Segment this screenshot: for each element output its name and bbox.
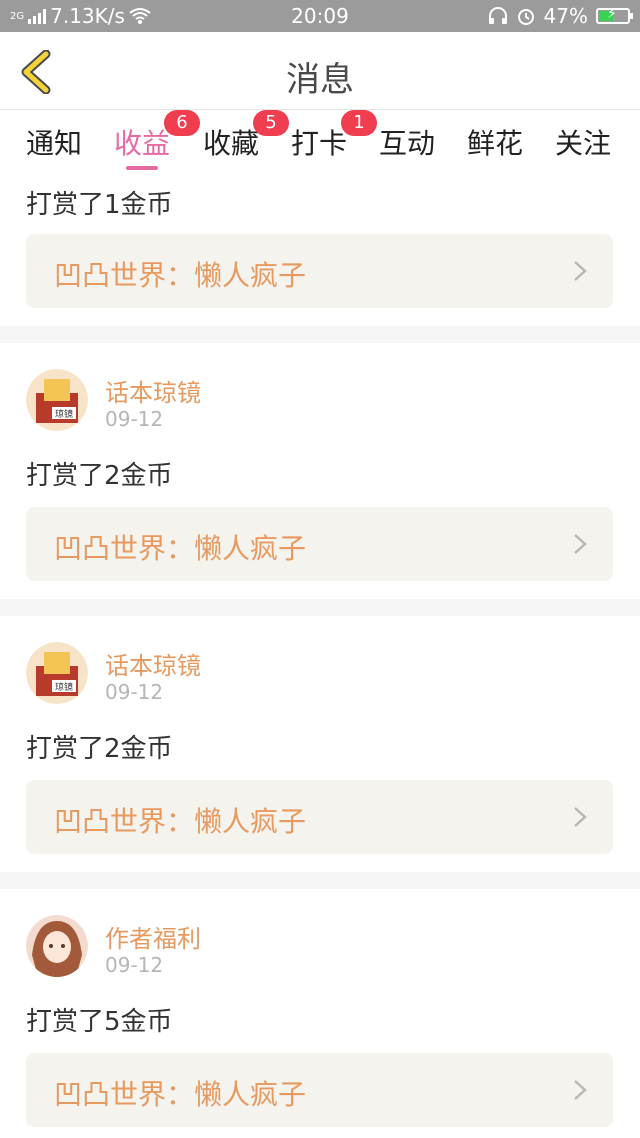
nav-header: 消息 <box>0 32 640 110</box>
chevron-right-icon <box>574 261 587 281</box>
chevron-right-icon <box>574 1080 587 1100</box>
tab-label: 收藏 <box>203 127 260 160</box>
tab-label: 打卡 <box>291 127 348 160</box>
book-link[interactable]: 凹凸世界：懒人疯子 <box>26 234 613 308</box>
tab-follow[interactable]: 关注 <box>555 122 611 162</box>
message-card: 作者福利 09-12 打赏了5金币 凹凸世界：懒人疯子 <box>0 889 640 1138</box>
tab-bar: 通知 收益 6 收藏 5 打卡 1 互动 鲜花 关注 <box>0 110 640 172</box>
svg-text:琼镜: 琼镜 <box>55 681 73 693</box>
message-date: 09-12 <box>105 407 164 431</box>
message-date: 09-12 <box>105 680 164 704</box>
page-title: 消息 <box>286 60 354 100</box>
avatar[interactable] <box>26 915 88 977</box>
reward-text: 打赏了2金币 <box>26 461 173 491</box>
tab-favorites[interactable]: 收藏 5 <box>203 110 289 162</box>
status-right: 47% ⚡ <box>488 4 633 28</box>
avatar-image <box>26 915 88 977</box>
avatar-image: 琼镜 <box>26 642 88 704</box>
tab-earnings[interactable]: 收益 6 <box>114 110 200 170</box>
tab-label: 鲜花 <box>467 127 524 160</box>
tab-label: 互动 <box>379 127 436 160</box>
book-title: 凹凸世界：懒人疯子 <box>54 532 307 565</box>
svg-text:琼镜: 琼镜 <box>55 408 73 420</box>
reward-text: 打赏了2金币 <box>26 734 173 764</box>
book-title: 凹凸世界：懒人疯子 <box>54 805 307 838</box>
book-title: 凹凸世界：懒人疯子 <box>54 1078 307 1111</box>
book-link[interactable]: 凹凸世界：懒人疯子 <box>26 507 613 581</box>
alarm-icon <box>517 9 534 25</box>
avatar[interactable]: 琼镜 <box>26 369 88 431</box>
tab-label: 收益 <box>114 127 171 160</box>
headphones-icon <box>488 7 507 24</box>
user-name: 话本琼镜 <box>105 652 201 680</box>
reward-text: 打赏了1金币 <box>26 190 173 220</box>
chevron-right-icon <box>574 807 587 827</box>
tab-label: 通知 <box>26 127 83 160</box>
active-tab-indicator <box>126 166 159 170</box>
tab-notification[interactable]: 通知 <box>26 122 82 162</box>
avatar[interactable]: 琼镜 <box>26 642 88 704</box>
chevron-right-icon <box>574 534 587 554</box>
unread-badge: 5 <box>253 110 289 136</box>
book-link[interactable]: 凹凸世界：懒人疯子 <box>26 780 613 854</box>
avatar-image: 琼镜 <box>26 369 88 431</box>
book-title: 凹凸世界：懒人疯子 <box>54 259 307 292</box>
message-card: 琼镜 话本琼镜 09-12 打赏了2金币 凹凸世界：懒人疯子 <box>0 343 640 599</box>
unread-badge: 1 <box>341 110 377 136</box>
reward-text: 打赏了5金币 <box>26 1007 173 1037</box>
book-link[interactable]: 凹凸世界：懒人疯子 <box>26 1053 613 1127</box>
tab-flowers[interactable]: 鲜花 <box>467 122 523 162</box>
status-bar: 2G 7.13K/s 20:09 47% ⚡ <box>0 0 640 32</box>
battery-percent: 47% <box>543 4 588 28</box>
tab-interaction[interactable]: 互动 <box>379 122 435 162</box>
message-date: 09-12 <box>105 953 164 977</box>
user-name: 作者福利 <box>105 925 201 953</box>
tab-checkin[interactable]: 打卡 1 <box>291 110 377 162</box>
message-card: 琼镜 话本琼镜 09-12 打赏了2金币 凹凸世界：懒人疯子 <box>0 616 640 872</box>
unread-badge: 6 <box>164 110 200 136</box>
tab-label: 关注 <box>555 127 612 160</box>
message-card: 打赏了1金币 凹凸世界：懒人疯子 <box>0 172 640 326</box>
battery-icon: ⚡ <box>596 6 633 24</box>
user-name: 话本琼镜 <box>105 379 201 407</box>
